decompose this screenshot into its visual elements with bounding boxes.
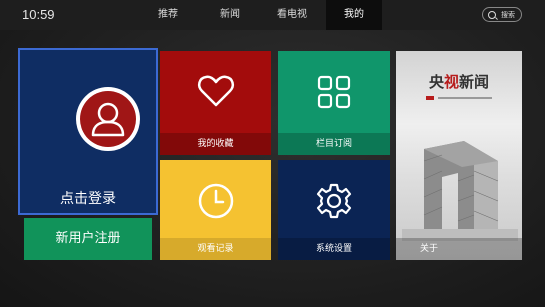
favorites-label: 我的收藏 xyxy=(160,133,271,155)
user-avatar-icon xyxy=(76,87,140,151)
heart-icon xyxy=(196,71,236,115)
about-label: 关于 xyxy=(396,238,522,260)
building-image xyxy=(402,141,518,241)
register-button[interactable]: 新用户注册 xyxy=(24,218,152,260)
gear-icon xyxy=(315,182,353,224)
tab-watch-tv[interactable]: 看电视 xyxy=(264,0,320,30)
logo-tagline-decoration xyxy=(426,96,492,100)
about-tile[interactable]: 央视新闻 关于 xyxy=(396,51,522,260)
history-tile[interactable]: 观看记录 xyxy=(160,160,271,260)
settings-tile[interactable]: 系统设置 xyxy=(278,160,390,260)
search-label: 搜索 xyxy=(501,11,515,19)
clock: 10:59 xyxy=(22,7,55,22)
history-label: 观看记录 xyxy=(160,238,271,260)
subscriptions-label: 栏目订阅 xyxy=(278,133,390,155)
grid-icon xyxy=(317,75,351,113)
search-icon xyxy=(488,11,496,19)
clock-icon xyxy=(197,182,235,224)
subscriptions-tile[interactable]: 栏目订阅 xyxy=(278,51,390,155)
login-label: 点击登录 xyxy=(60,191,116,207)
settings-label: 系统设置 xyxy=(278,238,390,260)
tab-news[interactable]: 新闻 xyxy=(202,0,258,30)
favorites-tile[interactable]: 我的收藏 xyxy=(160,51,271,155)
tab-recommend[interactable]: 推荐 xyxy=(140,0,196,30)
login-tile[interactable]: 点击登录 xyxy=(18,48,158,215)
top-bar: 10:59 推荐 新闻 看电视 我的 搜索 xyxy=(0,0,545,30)
search-button[interactable]: 搜索 xyxy=(482,7,522,22)
cctv-news-logo: 央视新闻 xyxy=(428,73,490,91)
tab-mine[interactable]: 我的 xyxy=(326,0,382,30)
